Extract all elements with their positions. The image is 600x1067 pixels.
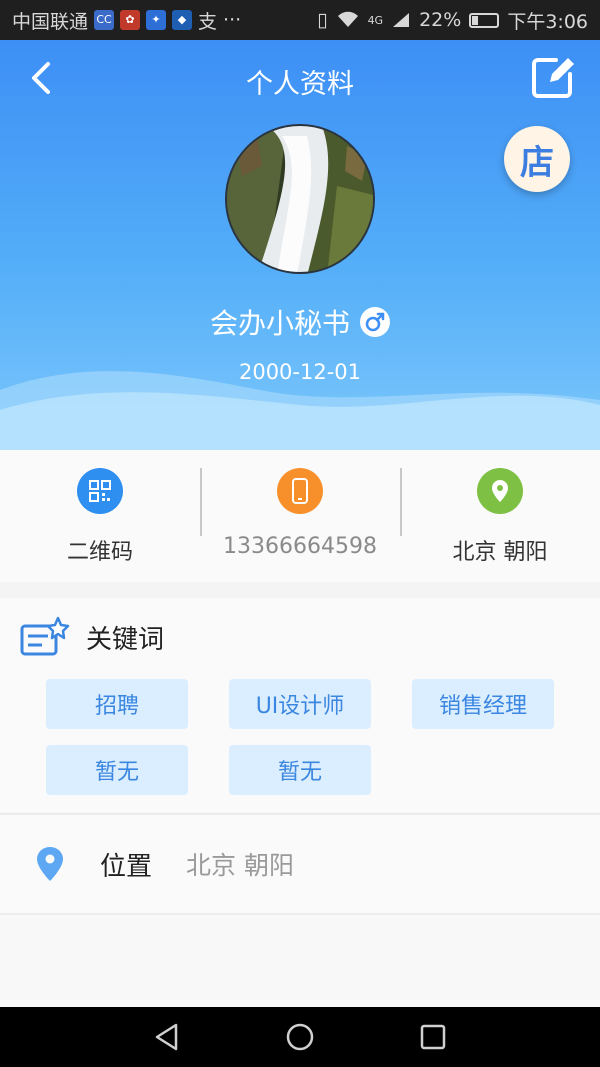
keyword-tag[interactable]: 暂无: [46, 745, 188, 795]
phone-number: 13366664598: [223, 534, 377, 559]
nickname-row: 会办小秘书: [0, 302, 600, 342]
network-type: 4G: [367, 13, 384, 27]
edit-profile-button[interactable]: [530, 54, 576, 100]
nav-back-icon[interactable]: [152, 1022, 182, 1052]
phone-icon: [277, 468, 323, 514]
clock: 下午3:06: [507, 10, 588, 33]
store-label: 店: [520, 142, 554, 183]
location-value: 北京 朝阳: [186, 851, 294, 880]
map-pin-icon: [37, 847, 63, 881]
system-nav-bar: [0, 1007, 600, 1067]
status-left: 中国联通 CC ✿ ✦ ◆ 支 ···: [12, 7, 241, 34]
location-row[interactable]: 位置 北京 朝阳: [0, 815, 600, 913]
wifi-icon: [337, 11, 358, 27]
app-notification-icon: ✿: [120, 10, 141, 30]
tag-star-icon: [20, 616, 70, 656]
keyword-tag[interactable]: 暂无: [229, 745, 371, 795]
keywords-section: 关键词 招聘 UI设计师 销售经理 暂无 暂无: [0, 598, 600, 812]
qrcode-item[interactable]: 二维码: [0, 450, 200, 582]
nav-home-icon[interactable]: [285, 1022, 315, 1052]
nav-recents-icon[interactable]: [418, 1022, 448, 1052]
contact-info-row: 二维码 13366664598 北京 朝阳: [0, 450, 600, 582]
keyword-tag[interactable]: UI设计师: [229, 679, 371, 729]
status-bar: 中国联通 CC ✿ ✦ ◆ 支 ··· ▯ 4G 22% 下午3:06: [0, 0, 600, 40]
battery-percent: 22%: [419, 9, 462, 31]
keyword-tag[interactable]: 销售经理: [412, 679, 554, 729]
battery-icon: [469, 12, 500, 28]
app-notification-icon: CC: [94, 10, 115, 30]
male-icon: [360, 307, 390, 337]
qrcode-label: 二维码: [66, 540, 133, 565]
location-item[interactable]: 北京 朝阳: [400, 450, 600, 582]
birthday: 2000-12-01: [238, 360, 362, 384]
location-pin-icon: [477, 468, 523, 514]
page-title: 个人资料: [246, 69, 354, 100]
status-right: ▯ 4G 22% 下午3:06: [317, 7, 588, 34]
store-button[interactable]: 店: [504, 126, 570, 192]
avatar[interactable]: [225, 124, 375, 274]
app-notification-icon: ◆: [172, 10, 193, 30]
profile-header: 个人资料 店 会办小秘书 2000-12-01: [0, 40, 600, 450]
paw-notification-icon: ✦: [146, 10, 167, 30]
qrcode-icon: [77, 468, 123, 514]
nickname: 会办小秘书: [209, 307, 350, 340]
edit-icon: [532, 58, 574, 98]
more-notifications-icon: ···: [223, 9, 242, 31]
keywords-header: 关键词: [20, 616, 164, 658]
signal-icon: [393, 13, 410, 27]
location-label: 位置: [100, 851, 153, 882]
empty-area: [0, 915, 600, 1007]
keywords-title: 关键词: [86, 624, 165, 655]
avatar-image: [227, 126, 373, 272]
alipay-notification-icon: 支: [198, 10, 218, 33]
phone-item[interactable]: 13366664598: [200, 450, 400, 582]
vibrate-icon: ▯: [317, 9, 328, 31]
keyword-tag[interactable]: 招聘: [46, 679, 188, 729]
location-text: 北京 朝阳: [452, 540, 548, 565]
carrier-name: 中国联通: [12, 10, 89, 33]
